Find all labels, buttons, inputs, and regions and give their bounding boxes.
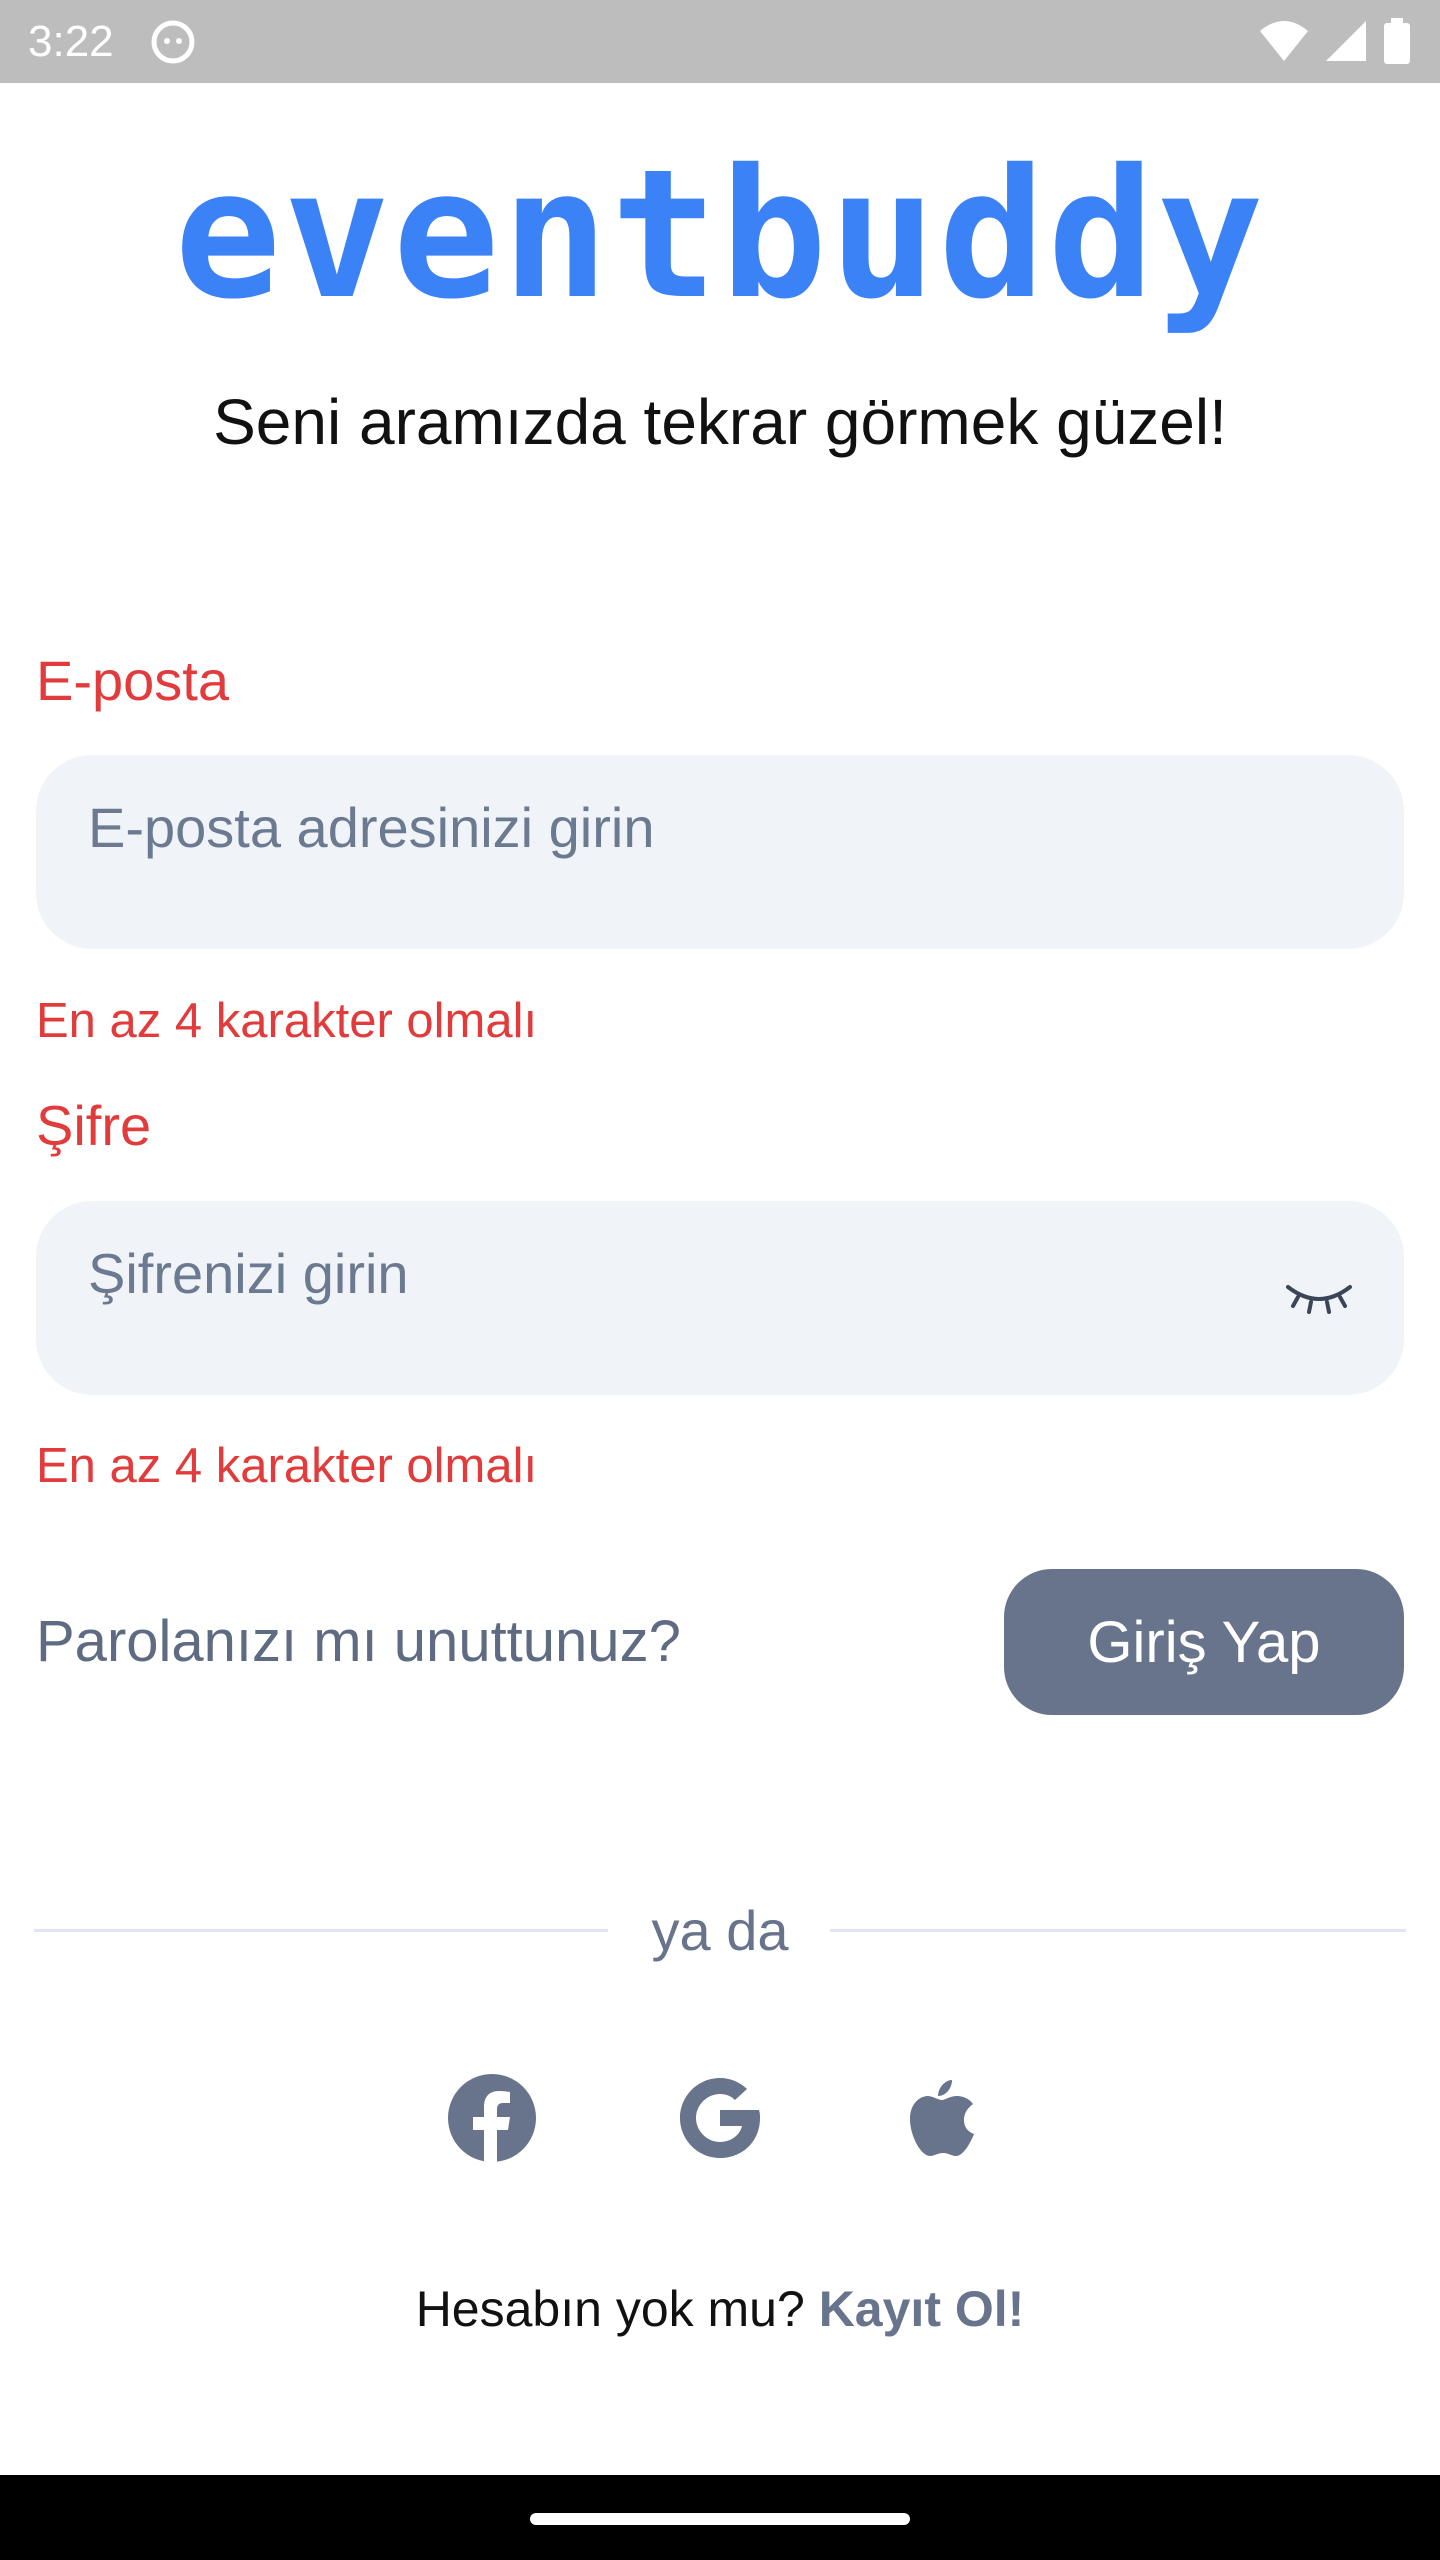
divider-line-right — [830, 1929, 1406, 1932]
home-gesture-handle[interactable] — [530, 2513, 910, 2525]
email-placeholder: E-posta adresinizi girin — [88, 796, 655, 859]
password-error: En az 4 karakter olmalı — [36, 1439, 538, 1493]
google-icon[interactable] — [672, 2070, 768, 2166]
signup-prompt-text: Hesabın yok mu? — [415, 2281, 805, 2337]
battery-icon — [1384, 18, 1410, 64]
welcome-subtitle: Seni aramızda tekrar görmek güzel! — [213, 386, 1227, 458]
app-notification-icon — [151, 20, 195, 63]
system-nav-bar — [0, 2475, 1440, 2560]
password-placeholder: Şifrenizi girin — [88, 1242, 409, 1305]
forgot-password-link[interactable]: Parolanızı mı unuttunuz? — [36, 1608, 681, 1675]
password-label: Şifre — [36, 1094, 152, 1157]
facebook-icon[interactable] — [444, 2070, 540, 2166]
login-button[interactable]: Giriş Yap — [1004, 1569, 1404, 1715]
email-field[interactable]: E-posta adresinizi girin — [36, 755, 1404, 949]
email-error: En az 4 karakter olmalı — [36, 994, 538, 1048]
wifi-icon — [1260, 21, 1308, 61]
status-icons — [1258, 18, 1412, 64]
signup-link[interactable]: Kayıt Ol! — [819, 2281, 1025, 2337]
password-field[interactable]: Şifrenizi girin — [36, 1201, 1404, 1395]
app-logo: eventbuddy — [174, 131, 1266, 338]
email-label: E-posta — [36, 649, 229, 712]
status-bar: 3:22 — [0, 0, 1440, 83]
eye-closed-icon[interactable] — [1284, 1279, 1354, 1319]
signal-icon — [1326, 21, 1366, 61]
signup-prompt: Hesabın yok mu? Kayıt Ol! — [0, 2280, 1440, 2338]
apple-icon[interactable] — [900, 2070, 996, 2166]
status-time: 3:22 — [28, 16, 114, 66]
